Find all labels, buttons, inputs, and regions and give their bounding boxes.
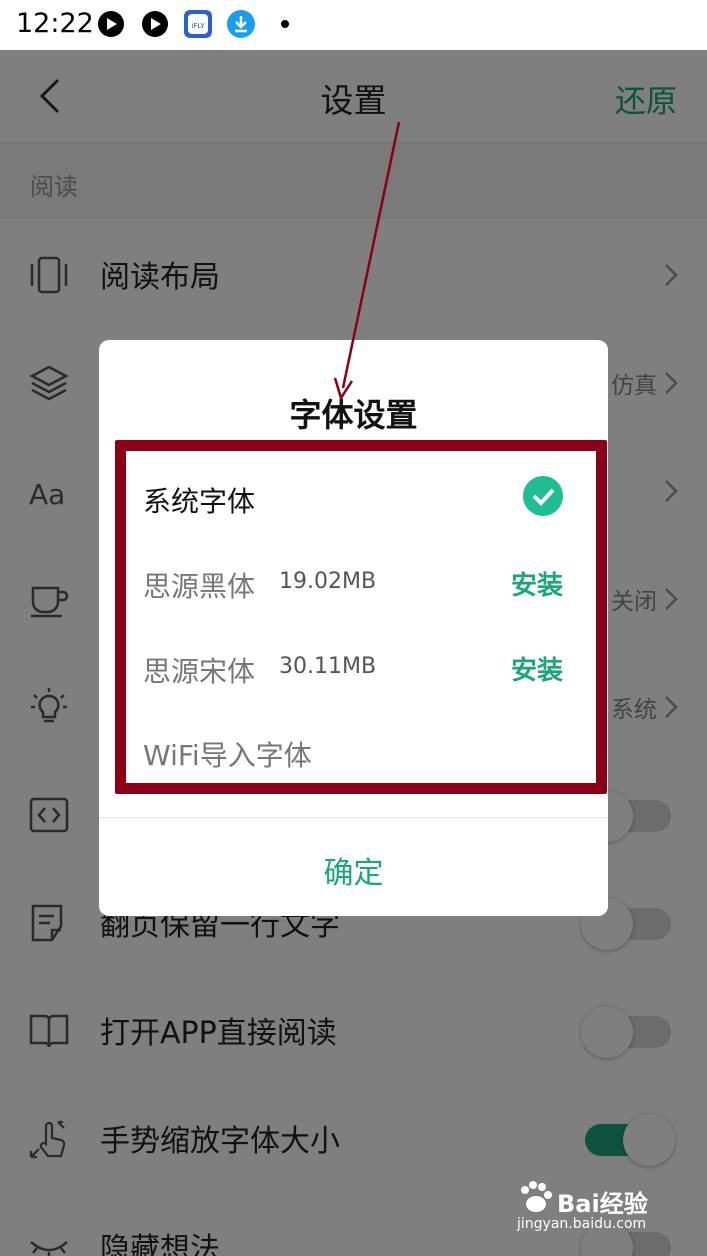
download-icon bbox=[227, 10, 255, 38]
install-button[interactable]: 安装 bbox=[511, 565, 563, 602]
baidu-jingyan-watermark: Bai经验 jingyan.baidu.com bbox=[517, 1178, 677, 1238]
ifly-app-icon: iFLY bbox=[184, 10, 212, 38]
check-icon bbox=[523, 476, 563, 516]
font-option-source-han-serif[interactable]: 思源宋体 30.11MB 安装 bbox=[143, 650, 563, 700]
dialog-divider bbox=[99, 817, 608, 818]
font-option-name: 系统字体 bbox=[143, 485, 256, 518]
status-time: 12:22 bbox=[16, 8, 94, 39]
install-button[interactable]: 安装 bbox=[511, 650, 563, 687]
media-notification-icon-2 bbox=[142, 11, 168, 37]
font-option-name: 思源宋体 bbox=[143, 655, 256, 688]
font-settings-dialog: 字体设置 系统字体 思源黑体 19.02MB 安装 思源宋体 30.11MB 安… bbox=[99, 340, 608, 916]
font-option-source-han-sans[interactable]: 思源黑体 19.02MB 安装 bbox=[143, 565, 563, 615]
notification-dot-icon bbox=[281, 20, 289, 28]
font-option-wifi-import[interactable]: WiFi导入字体 bbox=[143, 734, 563, 784]
paw-logo-icon bbox=[521, 1181, 552, 1212]
svg-text:iFLY: iFLY bbox=[191, 22, 205, 30]
media-notification-icon bbox=[98, 11, 124, 37]
font-option-system[interactable]: 系统字体 bbox=[143, 476, 563, 530]
font-option-size: 30.11MB bbox=[279, 654, 377, 679]
settings-screen: 12:22 iFLY 设置 还原 阅读 阅读布局 仿真 Aa 关闭 bbox=[0, 0, 707, 1256]
watermark-brand: Bai经验 bbox=[557, 1190, 648, 1218]
font-option-size: 19.02MB bbox=[279, 569, 377, 594]
font-option-name: 思源黑体 bbox=[143, 570, 256, 603]
watermark-url: jingyan.baidu.com bbox=[517, 1216, 647, 1232]
font-option-name: WiFi导入字体 bbox=[143, 739, 312, 772]
dialog-title: 字体设置 bbox=[289, 396, 418, 434]
confirm-button[interactable]: 确定 bbox=[99, 848, 608, 892]
status-bar: 12:22 iFLY bbox=[0, 0, 707, 50]
